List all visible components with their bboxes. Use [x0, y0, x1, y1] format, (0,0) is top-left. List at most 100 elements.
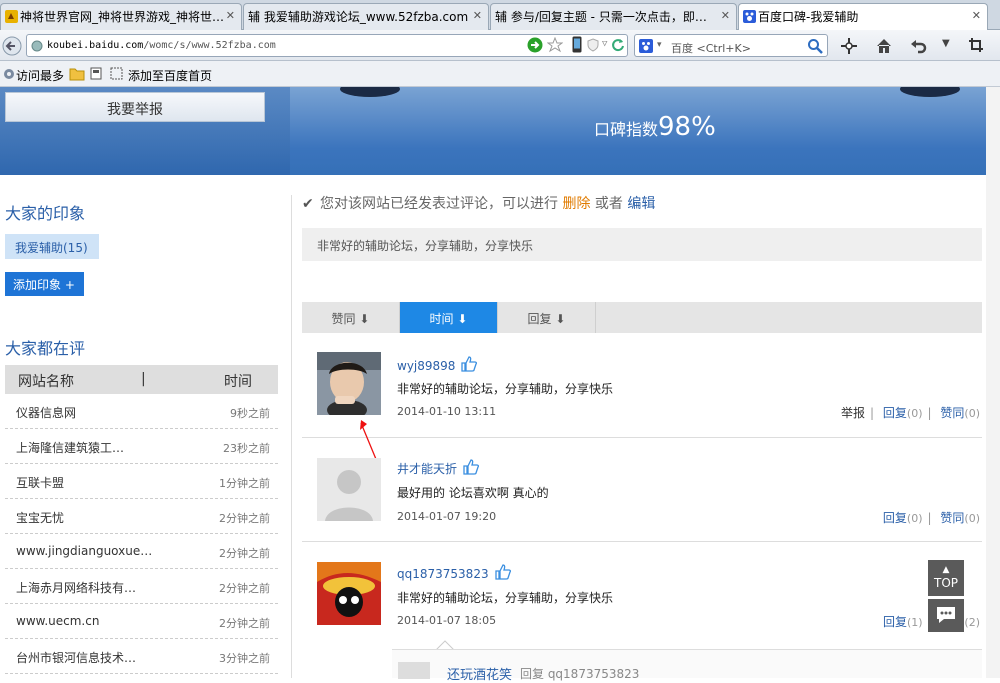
agree-link[interactable]: 赞同	[940, 406, 964, 420]
sort-by-time[interactable]: 时间 ⬇	[400, 302, 498, 333]
chevron-down-icon[interactable]: ▾	[657, 40, 662, 50]
chat-bubble-icon	[937, 607, 955, 623]
tab-3[interactable]: 辅 参与/回复主题 - 只需一次点击，即… ✕	[490, 3, 737, 30]
reviewing-title: 大家都在评	[5, 339, 86, 358]
search-input[interactable]: ▾ 百度 <Ctrl+K>	[634, 34, 828, 57]
close-icon[interactable]: ✕	[473, 9, 482, 22]
list-item[interactable]: www.jingdianguoxue… 2分钟之前	[5, 534, 278, 569]
reply-avatar[interactable]	[398, 662, 430, 679]
my-comment: 非常好的辅助论坛，分享辅助，分享快乐	[302, 228, 982, 261]
list-item[interactable]: 互联卡盟 1分钟之前	[5, 464, 278, 499]
list-item[interactable]: 上海赤月网络科技有… 2分钟之前	[5, 569, 278, 604]
undo-icon[interactable]	[910, 37, 928, 55]
reply-username[interactable]: 还玩酒花笑	[447, 664, 512, 683]
back-arrow-icon[interactable]	[2, 36, 22, 56]
already-reviewed-notice: ✔ 您对该网站已经发表过评论，可以进行 删除 或者 编辑	[302, 196, 656, 212]
dropdown-chevron-icon[interactable]: ▽	[602, 39, 607, 49]
crop-icon[interactable]	[968, 37, 984, 53]
edit-link[interactable]: 编辑	[627, 196, 655, 212]
address-bar[interactable]: koubei.baidu.com/womc/s/www.52fzba.com ▽	[26, 34, 628, 57]
comment-text: 非常好的辅助论坛，分享辅助，分享快乐	[397, 382, 614, 396]
comment-username[interactable]: wyj89898	[397, 356, 478, 373]
page-scrollbar[interactable]	[986, 87, 1000, 678]
column-divider-line	[291, 195, 292, 678]
close-icon[interactable]: ✕	[972, 9, 981, 22]
search-icon[interactable]	[807, 38, 823, 54]
comment-text: 最好用的 论坛喜欢啊 真心的	[397, 486, 549, 500]
delete-link[interactable]: 删除	[562, 196, 590, 212]
shield-icon[interactable]	[587, 38, 599, 52]
thumbs-up-icon[interactable]	[461, 356, 478, 372]
impressions-title: 大家的印象	[5, 204, 86, 223]
reputation-score: 口碑指数98%	[594, 112, 716, 142]
list-item[interactable]: 仪器信息网 9秒之前	[5, 394, 278, 429]
avatar[interactable]	[317, 562, 381, 625]
comment-actions: 举报 | 回复(0) | 赞同(0)	[841, 406, 980, 420]
folder-icon[interactable]	[69, 67, 85, 81]
thumbs-up-icon[interactable]	[463, 459, 480, 475]
dotted-page-icon[interactable]	[110, 67, 123, 80]
sort-by-agree[interactable]: 赞同 ⬇	[302, 302, 400, 333]
go-arrow-icon[interactable]	[527, 37, 543, 53]
down-arrow-icon: ⬇	[359, 312, 370, 326]
impression-tag[interactable]: 我爱辅助(15)	[5, 234, 99, 259]
bookmark-add-baidu-home[interactable]: 添加至百度首页	[128, 67, 212, 84]
banner-decoration-icon	[340, 87, 960, 97]
mobile-device-icon[interactable]	[572, 36, 582, 53]
browser-tab-bar: 神将世界官网_神将世界游戏_神将世… ✕ 辅 我爱辅助游戏论坛_www.52fzb…	[0, 0, 1000, 31]
globe-icon	[31, 40, 43, 52]
baidu-paw-icon	[639, 39, 653, 53]
gear-icon[interactable]	[2, 67, 16, 81]
list-item[interactable]: www.uecm.cn 2分钟之前	[5, 604, 278, 639]
reply-link[interactable]: 回复	[883, 615, 907, 629]
default-avatar[interactable]	[317, 458, 381, 521]
tab-1[interactable]: 神将世界官网_神将世界游戏_神将世… ✕	[0, 3, 242, 30]
move-arrows-icon[interactable]	[840, 37, 858, 55]
feedback-chat-button[interactable]	[928, 599, 964, 632]
comment-item: qq1873753823 非常好的辅助论坛，分享辅助，分享快乐 2014-01-…	[302, 542, 982, 652]
home-icon[interactable]	[875, 37, 893, 55]
reload-icon[interactable]	[611, 38, 625, 52]
avatar[interactable]	[317, 352, 381, 415]
agree-link[interactable]: 赞同	[940, 511, 964, 525]
reply-link[interactable]: 回复	[883, 511, 907, 525]
site-list-header: 网站名称 | 时间	[5, 365, 278, 394]
add-impression-button[interactable]: 添加印象 +	[5, 272, 84, 296]
back-to-top-button[interactable]: ▲ TOP	[928, 560, 964, 596]
bookmarks-bar: 访问最多 添加至百度首页	[0, 61, 1000, 87]
tab-4[interactable]: 百度口碑-我爱辅助 ✕	[738, 3, 988, 31]
comment-time: 2014-01-10 13:11	[397, 405, 497, 418]
list-item[interactable]: 台州市银河信息技术… 3分钟之前	[5, 639, 278, 674]
close-icon[interactable]: ✕	[721, 9, 730, 22]
reply-thread: 还玩酒花笑 回复 qq1873753823	[392, 649, 982, 683]
baidu-paw-icon	[743, 10, 756, 23]
comment-item: 井才能天折 最好用的 论坛喜欢啊 真心的 2014-01-07 19:20 回复…	[302, 438, 982, 542]
thumbs-up-icon[interactable]	[494, 564, 511, 580]
game-favicon-icon	[5, 10, 18, 23]
bookmark-most-visited[interactable]: 访问最多	[16, 67, 64, 84]
comment-text: 非常好的辅助论坛，分享辅助，分享快乐	[397, 591, 614, 605]
sort-by-reply[interactable]: 回复 ⬇	[498, 302, 596, 333]
close-icon[interactable]: ✕	[226, 9, 235, 22]
column-site-name: 网站名称	[18, 374, 74, 390]
star-icon[interactable]	[547, 37, 563, 53]
column-time: 时间	[224, 374, 252, 390]
comment-time: 2014-01-07 19:20	[397, 510, 497, 523]
comment-item: wyj89898 非常好的辅助论坛，分享辅助，分享快乐 2014-01-10 1…	[302, 352, 982, 438]
comment-time: 2014-01-07 18:05	[397, 614, 497, 627]
page-icon[interactable]	[90, 67, 102, 80]
report-button[interactable]: 我要举报	[5, 92, 265, 122]
comment-username[interactable]: qq1873753823	[397, 564, 511, 581]
tab-2[interactable]: 辅 我爱辅助游戏论坛_www.52fzba.com ✕	[243, 3, 489, 30]
report-link[interactable]: 举报	[841, 406, 865, 420]
comment-actions: 回复(0) | 赞同(0)	[882, 511, 980, 525]
comment-username[interactable]: 井才能天折	[397, 459, 480, 477]
chevron-down-icon[interactable]: ▼	[942, 38, 950, 49]
navigation-toolbar: koubei.baidu.com/womc/s/www.52fzba.com ▽…	[0, 30, 1000, 61]
list-item[interactable]: 上海隆信建筑猿工… 23秒之前	[5, 429, 278, 464]
list-item[interactable]: 宝宝无忧 2分钟之前	[5, 499, 278, 534]
reply-link[interactable]: 回复	[883, 406, 907, 420]
reply-text: 回复 qq1873753823	[520, 667, 640, 681]
sort-tabs: 赞同 ⬇ 时间 ⬇ 回复 ⬇	[302, 302, 982, 333]
down-arrow-icon: ⬇	[555, 312, 566, 326]
